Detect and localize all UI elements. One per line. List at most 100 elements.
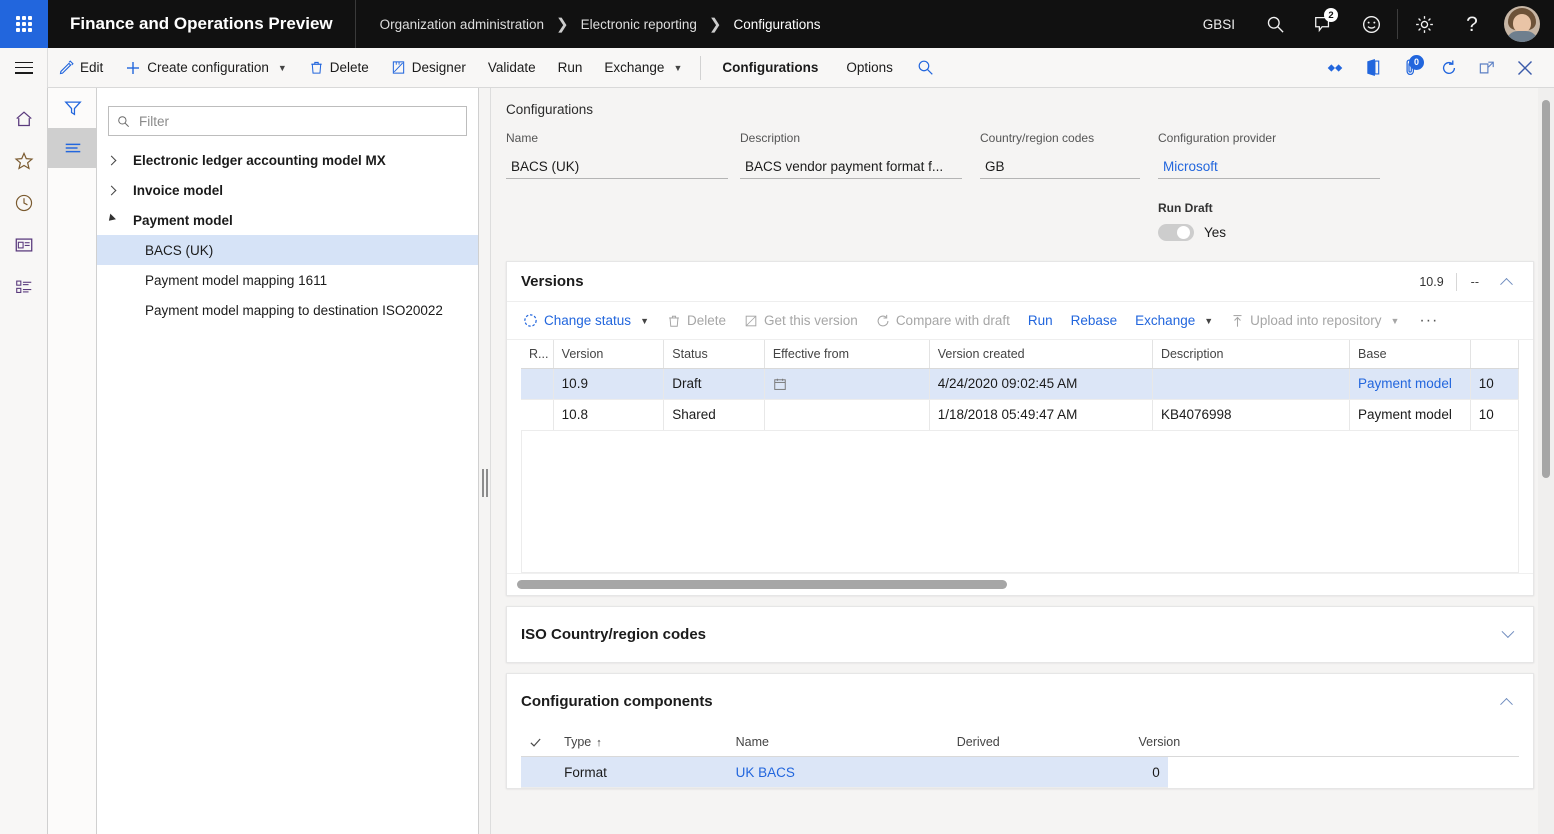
attachments-icon[interactable]: 0	[1392, 48, 1430, 88]
col-header-derived[interactable]: Derived	[948, 728, 1131, 757]
rebase-button[interactable]: Rebase	[1063, 306, 1126, 336]
app-launcher-waffle-icon[interactable]	[0, 0, 48, 48]
chevron-up-icon[interactable]	[1493, 697, 1519, 711]
iso-country-region-codes-header[interactable]: ISO Country/region codes	[507, 607, 1533, 662]
chevron-up-icon[interactable]	[1493, 277, 1519, 291]
company-selector[interactable]: GBSI	[1187, 17, 1251, 32]
smiley-icon[interactable]	[1347, 0, 1395, 48]
cell-base[interactable]: Payment model	[1349, 399, 1471, 431]
tab-configurations[interactable]: Configurations	[708, 48, 832, 88]
name-input[interactable]: BACS (UK)	[506, 154, 728, 179]
tree-node-invoice-model[interactable]: Invoice model	[97, 175, 478, 205]
cell-version[interactable]: 10.9	[553, 368, 665, 400]
filter-icon[interactable]	[48, 88, 97, 128]
edit-button[interactable]: Edit	[48, 48, 114, 88]
content-vertical-scrollbar[interactable]	[1538, 88, 1554, 834]
horizontal-scrollbar-thumb[interactable]	[517, 579, 1007, 589]
versions-exchange-button[interactable]: Exchange ▼	[1127, 306, 1221, 336]
breadcrumb-item-electronic-reporting[interactable]: Electronic reporting	[581, 17, 697, 32]
expand-collapse-icon[interactable]	[97, 155, 125, 165]
col-header-base[interactable]: Base	[1349, 340, 1471, 369]
cell-base-link[interactable]: Payment model	[1349, 368, 1471, 400]
cell-base-version[interactable]: 10	[1470, 399, 1520, 431]
col-header-status[interactable]: Status	[663, 340, 765, 369]
run-button[interactable]: Run	[547, 48, 594, 88]
breadcrumb-item-configurations[interactable]: Configurations	[733, 17, 820, 32]
calendar-icon[interactable]	[773, 377, 787, 391]
col-header-version-created[interactable]: Version created	[929, 340, 1153, 369]
change-status-button[interactable]: Change status ▼	[515, 306, 657, 336]
cell-base-version[interactable]: 10	[1470, 368, 1520, 400]
tree-node-electronic-ledger-accounting-model-mx[interactable]: Electronic ledger accounting model MX	[97, 145, 478, 175]
configuration-provider-input[interactable]: Microsoft	[1158, 154, 1380, 179]
table-row[interactable]: 10.9 Draft 4/24/2020 09:02:45 AM Payment…	[521, 368, 1520, 400]
search-icon[interactable]	[1251, 0, 1299, 48]
versions-horizontal-scrollbar[interactable]	[507, 572, 1533, 595]
col-header-type[interactable]: Type ↑	[556, 728, 728, 757]
description-input[interactable]: BACS vendor payment format f...	[740, 154, 962, 179]
gear-icon[interactable]	[1400, 0, 1448, 48]
help-icon[interactable]: ?	[1448, 0, 1496, 48]
vertical-scrollbar-thumb[interactable]	[1542, 100, 1550, 478]
cell-effective-from[interactable]	[764, 368, 930, 400]
office-app-icon[interactable]	[1354, 48, 1392, 88]
panel-splitter[interactable]	[479, 88, 491, 834]
table-row[interactable]: 10.8 Shared 1/18/2018 05:49:47 AM KB4076…	[521, 399, 1520, 431]
tree-node-payment-model-mapping-to-destination-iso20022[interactable]: Payment model mapping to destination ISO…	[97, 295, 478, 325]
col-header-description[interactable]: Description	[1152, 340, 1351, 369]
breadcrumb-item-organization-administration[interactable]: Organization administration	[380, 17, 544, 32]
close-icon[interactable]	[1506, 48, 1544, 88]
col-header-base-version[interactable]	[1470, 340, 1520, 369]
col-header-name[interactable]: Name	[727, 728, 949, 757]
col-header-effective-from[interactable]: Effective from	[764, 340, 930, 369]
cell-effective-from[interactable]	[764, 399, 930, 431]
row-checkbox[interactable]	[521, 756, 557, 788]
configuration-components-header[interactable]: Configuration components	[507, 674, 1533, 729]
cell-derived[interactable]	[948, 756, 1131, 788]
country-region-codes-input[interactable]: GB	[980, 154, 1140, 179]
nav-menu-hamburger-icon[interactable]	[0, 47, 48, 88]
tree-node-bacs-uk[interactable]: BACS (UK)	[97, 235, 478, 265]
cell-version-created[interactable]: 1/18/2018 05:49:47 AM	[929, 399, 1153, 431]
cell-version[interactable]: 0	[1130, 756, 1168, 788]
cell-version[interactable]: 10.8	[553, 399, 665, 431]
cell-type[interactable]: Format	[556, 756, 728, 788]
tree-node-payment-model[interactable]: Payment model	[97, 205, 478, 235]
expand-collapse-icon[interactable]	[97, 185, 125, 195]
modules-list-icon[interactable]	[0, 266, 48, 308]
tab-options[interactable]: Options	[832, 48, 907, 88]
col-header-version[interactable]: Version	[553, 340, 665, 369]
validate-button[interactable]: Validate	[477, 48, 547, 88]
tree-filter-box[interactable]	[108, 106, 467, 136]
cell-version-created[interactable]: 4/24/2020 09:02:45 AM	[929, 368, 1153, 400]
cell-status[interactable]: Shared	[663, 399, 765, 431]
chevron-down-icon[interactable]	[1493, 624, 1519, 639]
toolbar-search-icon[interactable]	[907, 48, 945, 88]
refresh-icon[interactable]	[1430, 48, 1468, 88]
workspaces-icon[interactable]	[0, 224, 48, 266]
create-configuration-button[interactable]: Create configuration ▼	[114, 48, 298, 88]
home-icon[interactable]	[0, 98, 48, 140]
versions-overflow-button[interactable]: ···	[1409, 312, 1448, 330]
versions-card-header[interactable]: Versions 10.9 --	[507, 262, 1533, 302]
check-icon[interactable]	[521, 728, 557, 757]
col-header-version[interactable]: Version	[1130, 728, 1180, 757]
versions-run-button[interactable]: Run	[1020, 306, 1061, 336]
tree-node-payment-model-mapping-1611[interactable]: Payment model mapping 1611	[97, 265, 478, 295]
cell-description[interactable]: KB4076998	[1152, 399, 1351, 431]
delete-button[interactable]: Delete	[298, 48, 380, 88]
run-draft-toggle[interactable]	[1158, 224, 1194, 241]
link-share-icon[interactable]	[1316, 48, 1354, 88]
user-avatar[interactable]	[1504, 6, 1540, 42]
favorites-star-icon[interactable]	[0, 140, 48, 182]
popout-icon[interactable]	[1468, 48, 1506, 88]
expand-collapse-icon[interactable]	[97, 213, 125, 224]
cell-status[interactable]: Draft	[663, 368, 765, 400]
message-icon[interactable]: 2	[1299, 0, 1347, 48]
list-lines-icon[interactable]	[48, 128, 97, 168]
recent-clock-icon[interactable]	[0, 182, 48, 224]
col-header-r[interactable]: R...	[521, 340, 554, 369]
exchange-button[interactable]: Exchange ▼	[593, 48, 693, 88]
designer-button[interactable]: Designer	[380, 48, 477, 88]
cell-name-link[interactable]: UK BACS	[727, 756, 949, 788]
